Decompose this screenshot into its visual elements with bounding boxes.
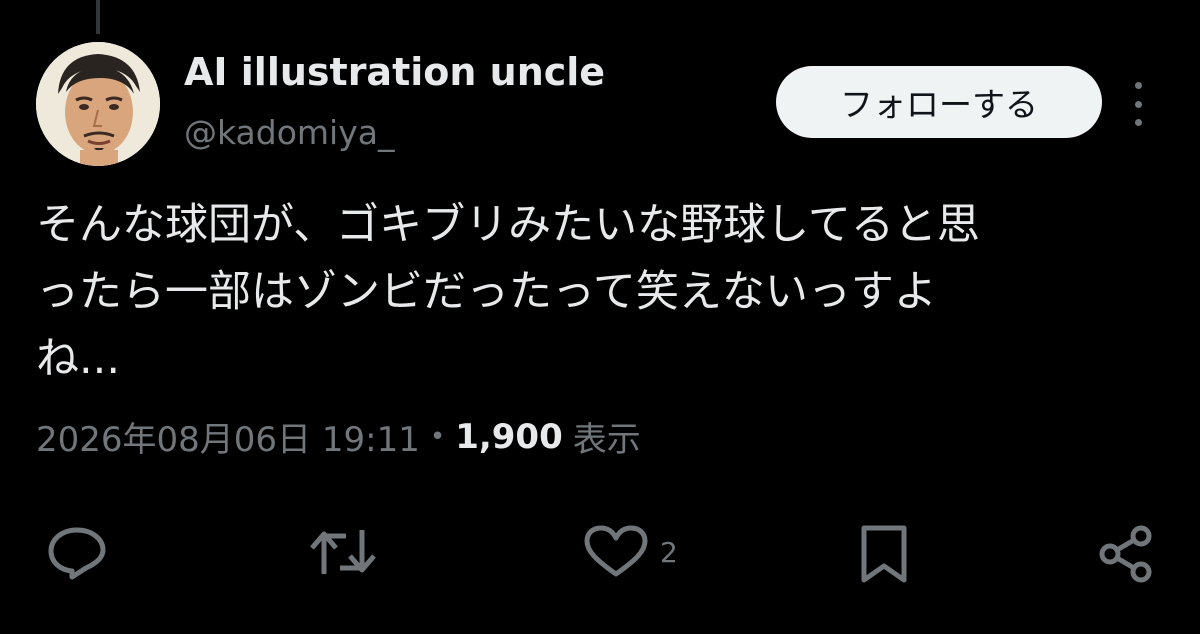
like-button[interactable]: 2 — [582, 524, 678, 580]
tweet-text-line: ね... — [36, 334, 121, 384]
view-label: 表示 — [572, 420, 641, 460]
more-options-icon — [1134, 82, 1142, 89]
author-handle[interactable]: @kadomiya_ — [184, 113, 394, 152]
bookmark-icon — [861, 525, 907, 583]
tweet-meta: 2026年08月06日 19:11 • 1,900 表示 — [36, 412, 641, 461]
like-count: 2 — [660, 535, 678, 569]
share-button[interactable] — [1096, 524, 1158, 584]
bookmark-button[interactable] — [858, 524, 910, 584]
more-options-button[interactable] — [1118, 82, 1158, 126]
follow-button[interactable]: フォローする — [776, 66, 1102, 138]
reply-button[interactable] — [46, 524, 108, 580]
timestamp[interactable]: 2026年08月06日 19:11 — [36, 412, 420, 461]
heart-icon — [584, 525, 648, 577]
reply-icon — [48, 527, 106, 580]
retweet-button[interactable] — [306, 524, 380, 580]
meta-separator: • — [429, 421, 446, 452]
view-count: 1,900 — [455, 416, 563, 457]
tweet-text-line: ったら一部はゾンビだったって笑えないっすよ — [36, 267, 937, 317]
author-display-name[interactable]: AI illustration uncle — [184, 50, 605, 94]
more-options-icon-dot — [1134, 100, 1142, 108]
share-icon — [1099, 525, 1152, 583]
avatar-illustration — [36, 42, 160, 166]
avatar[interactable] — [36, 42, 160, 166]
tweet-text: そんな球団が、ゴキブリみたいな野球してると思 ったら一部はゾンビだったって笑えな… — [36, 192, 1166, 393]
thread-connector-line — [96, 0, 100, 34]
more-options-icon-dot — [1134, 119, 1142, 126]
retweet-icon — [310, 530, 376, 574]
tweet-text-line: そんな球団が、ゴキブリみたいな野球してると思 — [36, 200, 980, 250]
